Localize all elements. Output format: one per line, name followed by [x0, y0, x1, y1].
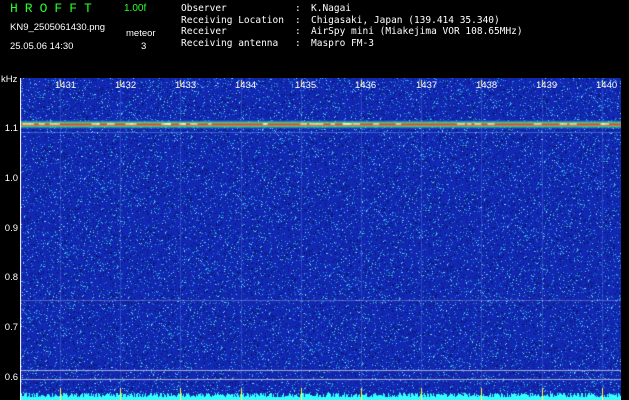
station-value: K.Nagai: [311, 3, 352, 14]
version-label: 1.00f: [124, 3, 147, 14]
station-label: Receiving antenna: [181, 37, 279, 49]
station-value: Maspro FM-3: [311, 37, 374, 49]
x-tick-label: 1435: [295, 80, 317, 91]
y-tick-label: 0.7: [4, 322, 18, 333]
y-tick-label: 0.6: [4, 372, 18, 383]
y-tick-label: 0.8: [4, 272, 18, 283]
x-tick-label: 1433: [175, 80, 197, 91]
colon: :: [295, 37, 301, 49]
y-unit-label: kHz: [1, 74, 18, 85]
station-value: AirSpy mini (Miakejima VOR 108.65MHz): [311, 26, 523, 37]
station-label: Receiving Location: [181, 14, 284, 26]
x-tick-label: 1434: [235, 80, 257, 91]
x-tick-label: 1438: [476, 80, 498, 91]
station-info: Observer: K.Nagai Receiving Location: Chig…: [181, 3, 523, 49]
y-tick-label: 1.1: [4, 123, 18, 134]
station-row-observer: Observer: K.Nagai: [181, 3, 523, 15]
app-title: HROFFT: [10, 1, 99, 16]
y-tick-label: 1.0: [4, 173, 18, 184]
station-row-antenna: Receiving antenna: Maspro FM-3: [181, 38, 523, 50]
header-panel: HROFFT 1.00f KN9_2505061430.png 25.05.06…: [0, 0, 629, 78]
station-label: Observer: [181, 3, 227, 14]
station-row-receiver: Receiver: AirSpy mini (Miakejima VOR 108.…: [181, 26, 523, 38]
station-value: Chigasaki, Japan (139.414 35.340): [311, 14, 500, 26]
colon: :: [295, 14, 301, 26]
spectrogram-canvas[interactable]: [20, 78, 621, 400]
y-tick-label: 0.9: [4, 223, 18, 234]
x-tick-label: 1437: [416, 80, 438, 91]
x-tick-label: 1431: [55, 80, 77, 91]
x-tick-label: 1439: [536, 80, 558, 91]
mode-label: meteor: [126, 28, 156, 39]
x-tick-label: 1432: [115, 80, 137, 91]
x-tick-label: 1436: [355, 80, 377, 91]
filename-label: KN9_2505061430.png: [10, 22, 106, 33]
station-row-location: Receiving Location: Chigasaki, Japan (139…: [181, 15, 523, 27]
colon: :: [295, 26, 301, 37]
datetime-label: 25.05.06 14:30: [10, 41, 74, 52]
x-tick-label: 1440: [596, 80, 618, 91]
mode-value: 3: [141, 41, 147, 52]
colon: :: [295, 3, 301, 14]
station-label: Receiver: [181, 26, 227, 37]
